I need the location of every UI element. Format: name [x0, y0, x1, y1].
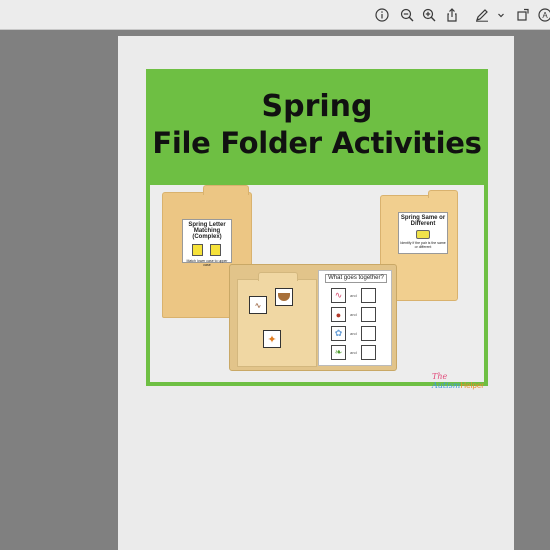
markup-pen-icon[interactable] [473, 6, 491, 24]
same-different-caption: Identify if the pair is the same or diff… [400, 241, 446, 249]
profile-icon[interactable]: A [536, 6, 550, 24]
leaf-icon: ❧ [331, 345, 346, 360]
worksheet: What goes together? ∿ and ● and ✿ and ❧ … [318, 270, 392, 366]
same-different-title: Spring Same or Different [400, 215, 446, 227]
worm-icon: ∿ [331, 288, 346, 303]
brand-logo: The AutismHelper [432, 372, 484, 390]
zoom-in-icon[interactable] [420, 6, 438, 24]
same-different-card: Spring Same or Different Identify if the… [398, 212, 448, 254]
empty-slot [361, 307, 376, 322]
nest-piece [275, 288, 293, 306]
letter-matching-card: Spring Letter Matching (Complex) Match l… [182, 219, 232, 267]
cover-title: Spring File Folder Activities [146, 89, 488, 161]
empty-slot [361, 288, 376, 303]
worksheet-row: ✿ and [331, 326, 385, 341]
open-folder: ∿ ✦ What goes together? ∿ and ● and ✿ an… [229, 264, 397, 371]
row-connector: and [350, 312, 357, 317]
butterfly-piece: ✦ [263, 330, 281, 348]
folder-tab [203, 185, 249, 195]
zoom-out-icon[interactable] [398, 6, 416, 24]
title-line-2: File Folder Activities [152, 126, 482, 160]
cover-image: Spring File Folder Activities Spring Let… [146, 69, 488, 390]
folder-tab [428, 190, 458, 198]
worksheet-row: ❧ and [331, 345, 385, 360]
worksheet-row: ● and [331, 307, 385, 322]
viewer-toolbar: A [0, 0, 550, 30]
svg-text:A: A [542, 11, 548, 20]
document-canvas[interactable]: Spring File Folder Activities Spring Let… [0, 30, 550, 550]
letter-matching-caption: Match lower case to upper case [186, 259, 228, 267]
pocket-tab [258, 272, 298, 281]
empty-slot [361, 345, 376, 360]
share-icon[interactable] [443, 6, 461, 24]
chevron-down-icon[interactable] [492, 6, 510, 24]
empty-slot [361, 326, 376, 341]
row-connector: and [350, 293, 357, 298]
seed-packet-illustration [416, 230, 430, 239]
pdf-page: Spring File Folder Activities Spring Let… [118, 36, 514, 550]
worksheet-row: ∿ and [331, 288, 385, 303]
bird-icon: ● [331, 307, 346, 322]
boots-illustration [190, 243, 224, 257]
row-connector: and [350, 350, 357, 355]
title-line-1: Spring [261, 89, 373, 124]
pieces-pocket: ∿ ✦ [237, 272, 317, 367]
worksheet-question: What goes together? [325, 274, 387, 283]
letter-matching-title: Spring Letter Matching (Complex) [188, 222, 226, 240]
rotate-icon[interactable] [514, 6, 532, 24]
flower-icon: ✿ [331, 326, 346, 341]
worm-piece: ∿ [249, 296, 267, 314]
folders-photo: Spring Letter Matching (Complex) Match l… [150, 185, 484, 390]
row-connector: and [350, 331, 357, 336]
info-icon[interactable] [373, 6, 391, 24]
